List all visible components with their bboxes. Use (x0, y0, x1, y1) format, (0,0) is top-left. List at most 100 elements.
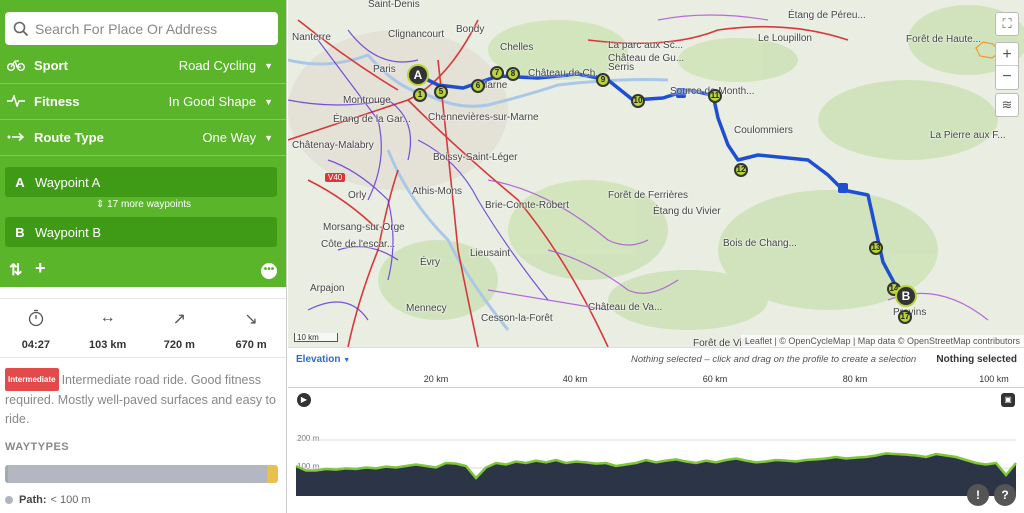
distance-value: 103 km (88, 339, 127, 351)
layers-button[interactable]: ≋ (995, 93, 1019, 117)
route-marker[interactable]: 5 (434, 85, 448, 99)
map-place-label: Étang du Vivier (653, 206, 721, 217)
map-place-label: Athis-Mons (412, 186, 463, 197)
chevron-down-icon: ▼ (264, 96, 273, 107)
path-label: Path: (19, 494, 47, 506)
map-place-label: Côte de l'escar... (321, 239, 396, 250)
fullscreen-button[interactable]: ⛶ (995, 12, 1019, 36)
map-place-label: Chelles (500, 42, 534, 53)
help-button[interactable]: ? (994, 484, 1016, 506)
help-icon: ? (1001, 488, 1009, 502)
search-box[interactable] (5, 12, 278, 45)
sport-value: Road Cycling (178, 58, 257, 73)
route-marker[interactable]: 8 (506, 67, 520, 81)
map-place-label: Paris (373, 64, 396, 75)
path-value: < 100 m (50, 494, 91, 506)
add-waypoint-icon[interactable]: + (35, 258, 46, 279)
swap-waypoints-icon[interactable]: ⇅ (9, 260, 22, 280)
zoom-in-button[interactable]: + (996, 43, 1018, 66)
waytypes-bar[interactable] (5, 465, 278, 483)
route-description: Intermediate Intermediate road ride. Good… (5, 368, 281, 429)
route-marker[interactable]: 12 (734, 163, 748, 177)
map-place-label: Coulommiers (734, 125, 793, 136)
map-place-label: La parc aux Sc... (608, 40, 684, 51)
layers-icon: ≋ (1001, 97, 1013, 112)
sport-selector[interactable]: Sport Road Cycling ▼ (0, 48, 286, 84)
waypoint-a-label: Waypoint A (35, 174, 101, 190)
more-waypoints-toggle[interactable]: ⇕ 17 more waypoints (0, 199, 286, 210)
waypoint-b-letter: B (15, 224, 25, 240)
map-place-label: Saint-Denis (368, 0, 420, 10)
route-marker[interactable]: 7 (490, 66, 504, 80)
map-place-label: Bondy (456, 24, 485, 35)
route-marker[interactable]: 13 (869, 241, 883, 255)
map-place-label: Étang de Péreu... (788, 10, 866, 21)
waypoint-b[interactable]: B Waypoint B (5, 217, 277, 247)
waytype-segment[interactable] (7, 465, 268, 483)
map-place-label: Nanterre (292, 32, 331, 43)
duration-stat: 04:27 (0, 299, 72, 357)
alert-icon: ! (976, 488, 980, 502)
waypoint-a[interactable]: A Waypoint A (5, 167, 277, 197)
map-scale: 10 km (294, 333, 338, 342)
map-place-label: Forêt de Ferrières (608, 190, 689, 201)
map-place-label: Arpajon (310, 283, 345, 294)
map-place-label: Morsang-sur-Orge (323, 222, 405, 233)
elevation-profile[interactable] (288, 348, 1024, 513)
map-place-label: Bois de Chang... (723, 238, 797, 249)
map-place-label: Mennecy (406, 303, 447, 314)
route-marker[interactable]: 17 (898, 310, 912, 324)
sport-label: Sport (34, 58, 68, 73)
route-marker[interactable]: 11 (708, 89, 722, 103)
distance-icon: ↔ (99, 309, 116, 326)
map-place-label: Le Loupillon (758, 33, 812, 44)
route-stats: 04:27 ↔ 103 km ↗ 720 m ↘ 670 m (0, 298, 286, 358)
fitness-label: Fitness (34, 94, 80, 109)
zoom-controls: + − (995, 42, 1019, 90)
map-place-label: Évry (420, 257, 440, 268)
difficulty-badge: Intermediate (5, 368, 59, 391)
waypoint-marker-b[interactable]: B (895, 285, 917, 307)
map-place-label: La Pierre aux F... (930, 130, 1006, 141)
map-place-label: Château de Va... (588, 302, 663, 313)
map-place-label: Brie-Comte-Robert (485, 200, 569, 211)
map-place-label: Chennevières-sur-Marne (428, 112, 539, 123)
waytype-legend-item: Path: < 100 m (5, 494, 91, 506)
descent-stat: ↘ 670 m (215, 299, 286, 357)
map-view[interactable]: Saint-Denis Nanterre Clignancourt Bondy Chel… (288, 0, 1024, 347)
route-marker[interactable]: 9 (596, 73, 610, 87)
waytype-segment[interactable] (267, 465, 278, 483)
report-button[interactable]: ! (967, 484, 989, 506)
fullscreen-icon: ⛶ (1002, 16, 1012, 31)
map-place-label: Boissy-Saint-Léger (433, 152, 518, 163)
search-icon (13, 21, 29, 36)
ascent-icon: ↗ (172, 311, 187, 328)
route-marker[interactable]: 6 (471, 79, 485, 93)
route-type-selector[interactable]: Route Type One Way ▼ (0, 120, 286, 156)
waypoint-marker-a[interactable]: A (407, 64, 429, 86)
more-waypoints-label: 17 more waypoints (107, 199, 192, 210)
fitness-value: In Good Shape (168, 94, 257, 109)
path-color-dot (5, 496, 13, 504)
elevation-area[interactable] (296, 453, 1016, 496)
route-type-value: One Way (202, 130, 257, 145)
route-marker[interactable]: 10 (631, 94, 645, 108)
map-place-label: Orly (348, 190, 367, 201)
map-attribution: Leaflet | © OpenCycleMap | Map data © Op… (740, 335, 1024, 347)
map-place-label: Châtenay-Malabry (292, 140, 374, 151)
zoom-out-button[interactable]: − (996, 66, 1018, 89)
map-place-label: Étang de la Gar... (333, 114, 411, 125)
distance-stat: ↔ 103 km (72, 299, 144, 357)
chevron-down-icon: ▼ (264, 132, 273, 143)
pulse-icon (2, 93, 30, 110)
waytypes-heading: WAYTYPES (5, 441, 70, 453)
waypoint-a-letter: A (15, 174, 25, 190)
ascent-stat: ↗ 720 m (144, 299, 216, 357)
sidebar: Sport Road Cycling ▼ Fitness In Good Sha… (0, 0, 287, 513)
fitness-selector[interactable]: Fitness In Good Shape ▼ (0, 84, 286, 120)
more-options-icon[interactable]: ••• (261, 263, 277, 279)
waypoint-b-label: Waypoint B (35, 224, 101, 240)
search-input[interactable] (35, 20, 265, 37)
map-place-label: Serris (608, 62, 635, 73)
route-marker[interactable]: 1 (413, 88, 427, 102)
